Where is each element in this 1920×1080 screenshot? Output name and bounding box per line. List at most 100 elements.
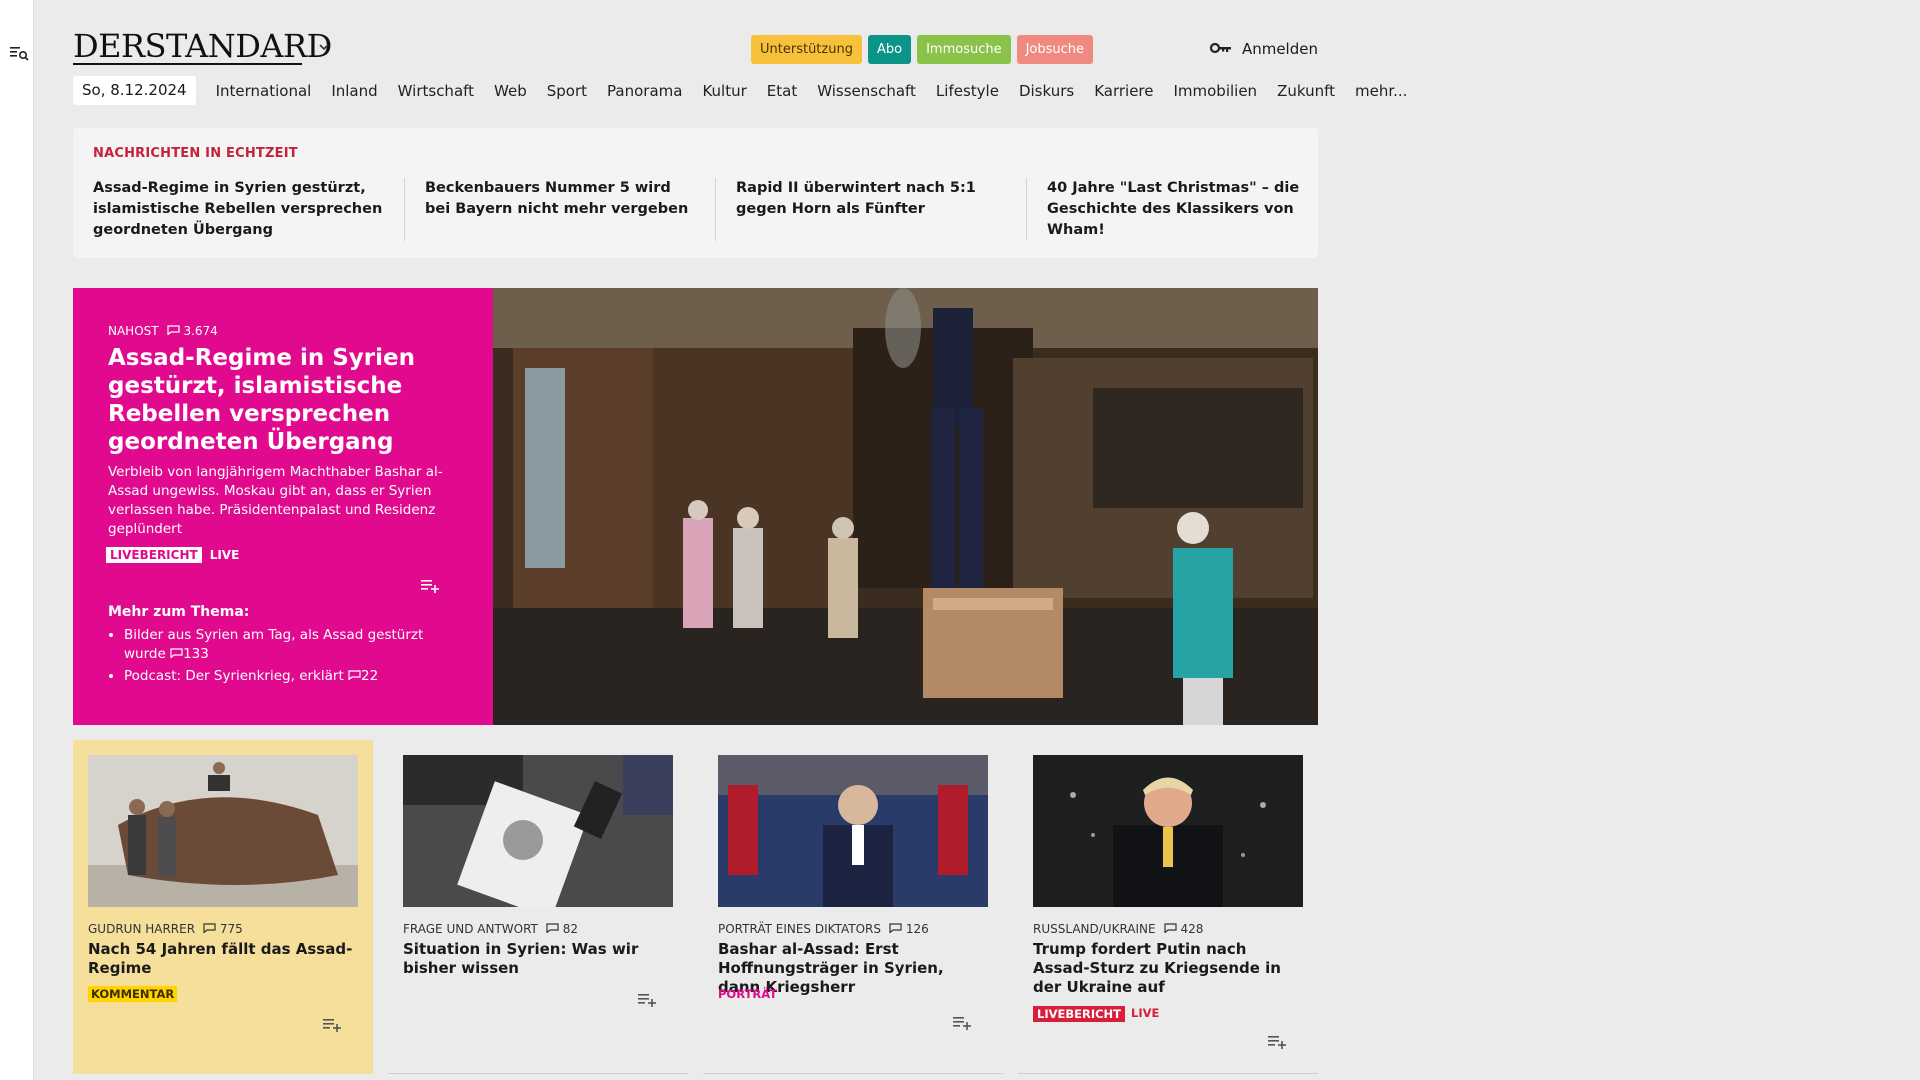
teaser-card[interactable]: GUDRUN HARRER 775 Nach 54 Jahren fällt d… (73, 740, 373, 1074)
teaser-tag: KOMMENTAR (88, 986, 178, 1002)
nav-item-web[interactable]: Web (494, 82, 527, 100)
hero-comment-count: 3.674 (183, 324, 218, 338)
teaser-comment-count: 775 (219, 922, 243, 936)
live-item[interactable]: Beckenbauers Nummer 5 wird bei Bayern ni… (404, 178, 715, 241)
teaser-live-tags: LIVEBERICHT LIVE (1033, 1006, 1159, 1022)
card-divider (703, 1073, 1003, 1074)
jobsuche-button[interactable]: Jobsuche (1016, 35, 1094, 64)
nav-item-more[interactable]: mehr... (1355, 82, 1407, 100)
abo-button[interactable]: Abo (867, 35, 912, 64)
logo-underline (73, 63, 302, 65)
nav-item-international[interactable]: International (216, 82, 312, 100)
service-pills: Unterstützung Abo Immosuche Jobsuche (751, 35, 1094, 64)
save-playlist-icon[interactable] (1268, 1034, 1286, 1053)
teaser-card[interactable]: RUSSLAND/UKRAINE 428 Trump fordert Putin… (1018, 740, 1318, 1074)
nav-item-wissenschaft[interactable]: Wissenschaft (817, 82, 916, 100)
nav-item-immobilien[interactable]: Immobilien (1173, 82, 1257, 100)
hero-text-panel: NAHOST 3.674 Assad-Regime in Syrien gest… (73, 288, 493, 725)
nav-item-wirtschaft[interactable]: Wirtschaft (398, 82, 474, 100)
save-playlist-icon[interactable] (421, 578, 439, 597)
more-topic-text: Bilder aus Syrien am Tag, als Assad gest… (124, 627, 424, 662)
nav-item-lifestyle[interactable]: Lifestyle (936, 82, 999, 100)
nav-item-etat[interactable]: Etat (767, 82, 797, 100)
teaser-row: GUDRUN HARRER 775 Nach 54 Jahren fällt d… (73, 740, 1318, 1080)
hero-article: NAHOST 3.674 Assad-Regime in Syrien gest… (73, 288, 1318, 725)
nav-item-kultur[interactable]: Kultur (702, 82, 746, 100)
immosuche-button[interactable]: Immosuche (917, 35, 1011, 64)
livebericht-badge: LIVEBERICHT (106, 547, 202, 563)
more-topic-comments: 133 (183, 646, 209, 662)
teaser-card[interactable]: PORTRÄT EINES DIKTATORS 126 Bashar al-As… (703, 740, 1003, 1074)
nav-item-panorama[interactable]: Panorama (607, 82, 682, 100)
teaser-kicker-label: RUSSLAND/UKRAINE (1033, 922, 1156, 936)
live-item[interactable]: Rapid II überwintert nach 5:1 gegen Horn… (715, 178, 1026, 241)
teaser-kicker-label: FRAGE UND ANTWORT (403, 922, 538, 936)
save-playlist-icon[interactable] (323, 1017, 341, 1036)
hero-photo[interactable] (493, 288, 1318, 725)
teaser-image[interactable] (718, 755, 988, 907)
comment-icon (546, 923, 559, 933)
teaser-headline[interactable]: Nach 54 Jahren fällt das Assad-Regime (88, 940, 360, 978)
teaser-headline[interactable]: Trump fordert Putin nach Assad-Sturz zu … (1033, 940, 1305, 997)
teaser-image[interactable] (1033, 755, 1303, 907)
teaser-image[interactable] (88, 755, 358, 907)
chevron-down-icon[interactable] (318, 40, 330, 56)
teaser-comment-count: 428 (1180, 922, 1204, 936)
live-item[interactable]: 40 Jahre "Last Christmas" – die Ge­schic… (1026, 178, 1337, 241)
nav-item-inland[interactable]: Inland (331, 82, 377, 100)
hero-headline[interactable]: Assad-Regime in Syrien gestürzt, islamis… (108, 344, 463, 456)
more-topic-item[interactable]: Podcast: Der Syrienkrieg, erklärt 22 (124, 667, 444, 686)
more-topic-comments: 22 (361, 668, 379, 684)
live-strip-label: NACHRICHTEN IN ECHTZEIT (93, 146, 298, 161)
teaser-kicker: PORTRÄT EINES DIKTATORS 126 (718, 922, 929, 936)
teaser-kicker: FRAGE UND ANTWORT 82 (403, 922, 578, 936)
teaser-kicker: GUDRUN HARRER 775 (88, 922, 243, 936)
teaser-headline[interactable]: Situation in Syrien: Was wir bisher wiss… (403, 940, 675, 978)
card-divider (388, 1073, 688, 1074)
live-item[interactable]: Assad-Regime in Syrien gestürzt, isla­mi… (93, 178, 404, 241)
comment-icon (167, 325, 180, 335)
site-logo[interactable]: DERSTANDARD (73, 28, 332, 64)
main-nav: So, 8.12.2024 International Inland Wirts… (73, 76, 1427, 105)
login-label: Anmelden (1241, 40, 1318, 58)
teaser-comments[interactable]: 126 (889, 922, 929, 936)
teaser-kicker: RUSSLAND/UKRAINE 428 (1033, 922, 1203, 936)
hero-badges: LIVEBERICHT LIVE (106, 547, 239, 563)
nav-item-sport[interactable]: Sport (547, 82, 587, 100)
teaser-card[interactable]: FRAGE UND ANTWORT 82 Situation in Syrien… (388, 740, 688, 1074)
comment-icon (1164, 923, 1177, 933)
teaser-kicker-label: PORTRÄT EINES DIKTATORS (718, 922, 881, 936)
teaser-comments[interactable]: 82 (546, 922, 578, 936)
teaser-image[interactable] (403, 755, 673, 907)
teaser-comments[interactable]: 428 (1164, 922, 1204, 936)
live-news-strip: NACHRICHTEN IN ECHTZEIT Assad-Regime in … (73, 128, 1318, 258)
comment-icon (170, 648, 183, 658)
menu-search-icon[interactable] (9, 44, 29, 62)
comment-icon (203, 923, 216, 933)
more-topic-title: Mehr zum Thema: (108, 604, 250, 620)
login-button[interactable]: Anmelden (1209, 40, 1318, 58)
save-playlist-icon[interactable] (638, 992, 656, 1011)
nav-item-zukunft[interactable]: Zukunft (1277, 82, 1335, 100)
nav-item-karriere[interactable]: Karriere (1094, 82, 1153, 100)
teaser-comment-count: 82 (562, 922, 578, 936)
date-label: So, 8.12.2024 (73, 76, 196, 105)
live-label: LIVE (1131, 1006, 1160, 1020)
livebericht-badge: LIVEBERICHT (1033, 1006, 1126, 1022)
kommentar-badge: KOMMENTAR (88, 986, 178, 1002)
hero-kicker: NAHOST 3.674 (108, 324, 218, 338)
more-topic-list: Bilder aus Syrien am Tag, als Assad gest… (124, 626, 444, 689)
more-topic-item[interactable]: Bilder aus Syrien am Tag, als Assad gest… (124, 626, 444, 664)
hero-lead: Verbleib von langjährigem Machthaber Bas… (108, 464, 443, 537)
teaser-comments[interactable]: 775 (203, 922, 243, 936)
portraet-tag: PORTRÄT (718, 987, 778, 1001)
comment-icon (348, 670, 361, 680)
teaser-comment-count: 126 (905, 922, 929, 936)
more-topic-text: Podcast: Der Syrienkrieg, erklärt (124, 668, 344, 684)
hero-kicker-label: NAHOST (108, 324, 159, 338)
live-label: LIVE (209, 548, 240, 562)
support-button[interactable]: Unterstützung (751, 35, 862, 64)
hero-comments[interactable]: 3.674 (167, 324, 218, 338)
save-playlist-icon[interactable] (953, 1015, 971, 1034)
nav-item-diskurs[interactable]: Diskurs (1019, 82, 1074, 100)
